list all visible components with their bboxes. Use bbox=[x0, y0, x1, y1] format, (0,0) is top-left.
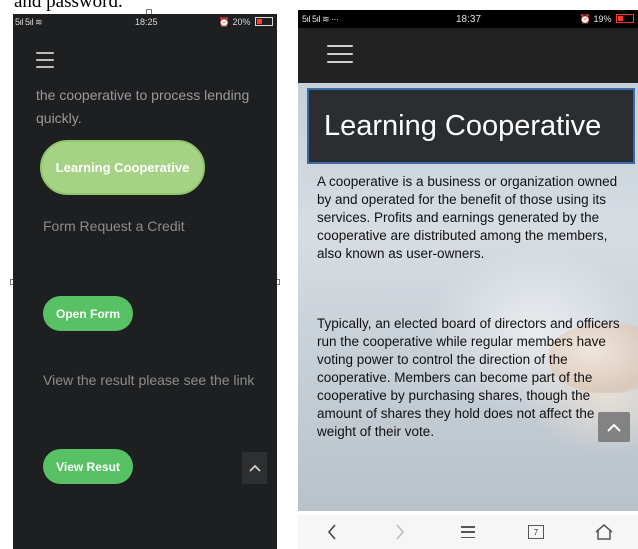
learning-cooperative-button[interactable]: Learning Cooperative bbox=[40, 140, 205, 195]
battery-indicator: ⏰ 19% bbox=[580, 14, 634, 25]
signal-indicator: 5ıl 5ıl ≋ ··· bbox=[302, 14, 339, 24]
chevron-up-icon bbox=[248, 464, 261, 472]
battery-percent: 19% bbox=[593, 14, 612, 24]
browser-bottom-nav: 7 bbox=[298, 515, 638, 549]
menu-button[interactable] bbox=[448, 517, 488, 547]
battery-icon bbox=[255, 17, 273, 26]
form-request-text: Form Request a Credit bbox=[43, 218, 185, 234]
description-paragraph-2: Typically, an elected board of directors… bbox=[317, 316, 620, 439]
left-phone-screen: 5ıl 5ıl ≋ 18:25 ⏰ 20% the cooperative to… bbox=[13, 14, 277, 549]
chevron-right-icon bbox=[396, 524, 405, 540]
page-title: Learning Cooperative bbox=[307, 88, 635, 164]
status-bar: 5ıl 5ıl ≋ ··· 18:37 ⏰ 19% bbox=[298, 10, 638, 28]
back-button[interactable] bbox=[312, 517, 352, 547]
battery-icon bbox=[616, 14, 634, 23]
view-result-text: View the result please see the link bbox=[43, 372, 255, 388]
document-caption: and password. bbox=[14, 0, 123, 12]
home-icon bbox=[595, 524, 613, 540]
intro-text: the cooperative to process lending quick… bbox=[36, 87, 250, 126]
battery-indicator: ⏰ 20% bbox=[219, 17, 273, 28]
tabs-icon: 7 bbox=[528, 525, 544, 539]
scroll-to-top-button[interactable] bbox=[598, 412, 630, 442]
scroll-to-top-button[interactable] bbox=[242, 452, 267, 484]
status-time: 18:37 bbox=[456, 14, 482, 25]
view-result-button[interactable]: View Resut bbox=[43, 449, 133, 484]
tabs-button[interactable]: 7 bbox=[516, 517, 556, 547]
app-header bbox=[298, 28, 638, 83]
hamburger-icon[interactable] bbox=[327, 45, 353, 63]
chevron-up-icon bbox=[607, 423, 621, 432]
hamburger-icon[interactable] bbox=[36, 52, 54, 68]
signal-indicator: 5ıl 5ıl ≋ bbox=[15, 17, 43, 27]
battery-percent: 20% bbox=[232, 17, 251, 27]
alarm-icon: ⏰ bbox=[218, 17, 230, 27]
alarm-icon: ⏰ bbox=[579, 14, 591, 24]
description-paragraph-1: A cooperative is a business or organizat… bbox=[317, 174, 618, 261]
right-phone-screen: 5ıl 5ıl ≋ ··· 18:37 ⏰ 19% Learning Coope… bbox=[298, 10, 638, 549]
chevron-left-icon bbox=[327, 524, 336, 540]
open-form-button[interactable]: Open Form bbox=[43, 296, 133, 331]
status-time: 18:25 bbox=[135, 17, 158, 27]
forward-button[interactable] bbox=[380, 517, 420, 547]
status-bar: 5ıl 5ıl ≋ 18:25 ⏰ 20% bbox=[13, 14, 277, 30]
tab-count: 7 bbox=[533, 527, 539, 537]
home-button[interactable] bbox=[584, 517, 624, 547]
menu-lines-icon bbox=[461, 526, 475, 538]
